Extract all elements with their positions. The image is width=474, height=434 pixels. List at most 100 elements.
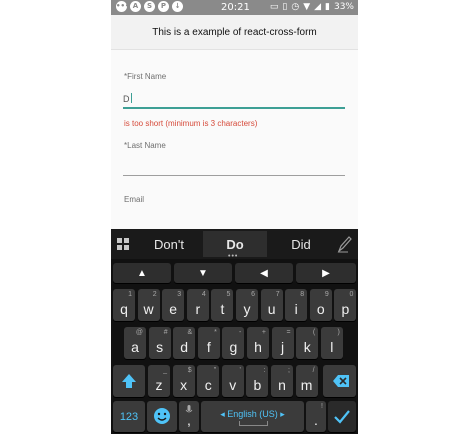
key-c[interactable]: " c [197, 365, 220, 397]
handwriting-pen-icon[interactable] [336, 235, 352, 253]
key-hint: $ [187, 367, 192, 374]
key-hint: 8 [300, 291, 305, 298]
key-p[interactable]: 0p [334, 289, 357, 321]
first-name-error: is too short (minimum is 3 characters) [124, 119, 258, 128]
key-v[interactable]: ' v [221, 365, 244, 397]
key-hint: = [286, 329, 291, 336]
key-hint: 0 [349, 291, 354, 298]
key-label: m [300, 377, 313, 393]
key-label: l [330, 339, 334, 355]
notification-dots-icon: ••• [116, 1, 130, 12]
key-hint: ( [312, 329, 316, 336]
emoji-smile-icon [154, 408, 170, 424]
arrow-right-key[interactable]: ▶ [296, 263, 356, 283]
key-b[interactable]: :b [246, 365, 269, 397]
key-d[interactable]: & d [173, 327, 196, 359]
space-bar-icon [239, 421, 268, 426]
suggestion-3[interactable]: Did [269, 231, 333, 257]
key-hint: ) [337, 329, 340, 336]
app-bar: This is a example of react-cross-form [111, 15, 358, 50]
key-label: f [206, 339, 211, 355]
key-t[interactable]: 5t [211, 289, 234, 321]
first-name-label: *First Name [124, 72, 167, 81]
key-hint: # [163, 329, 168, 336]
period-key[interactable]: ! . [306, 401, 326, 432]
key-g[interactable]: -g [222, 327, 245, 359]
key-hint: " [213, 367, 217, 374]
key-label: g [229, 339, 238, 355]
key-r[interactable]: 4r [186, 289, 209, 321]
status-bar: ••• A S P ↓ 20:21 ▭ ▯ ◷ ▼ ◢ ▮ 33% [111, 0, 358, 15]
arrow-down-key[interactable]: ▼ [174, 263, 232, 283]
key-s[interactable]: # s [148, 327, 171, 359]
soft-keyboard: Don't Do ••• Did ▲ ▼ ◀ ▶ 1q2w3e4r5t6y7u8… [111, 229, 358, 434]
key-o[interactable]: 9o [309, 289, 332, 321]
key-hint: + [261, 329, 266, 336]
status-time: 20:21 [221, 2, 250, 13]
signup-form: *First Name D is too short (minimum is 3… [111, 50, 358, 230]
key-label: e [169, 301, 178, 317]
comma-key[interactable]: , [179, 401, 199, 432]
key-label: z [155, 377, 163, 393]
key-k[interactable]: (k [296, 327, 319, 359]
key-l[interactable]: ) l [320, 327, 343, 359]
symbols-key[interactable]: 123 [113, 401, 145, 432]
key-hint: & [187, 329, 193, 336]
key-hint: 7 [275, 291, 280, 298]
battery-percent: 33% [333, 2, 354, 12]
key-a[interactable]: @ a [124, 327, 146, 359]
key-n[interactable]: ; n [271, 365, 293, 397]
suggestion-1[interactable]: Don't [137, 231, 201, 257]
last-name-underline [123, 175, 345, 176]
arrow-left-key[interactable]: ◀ [235, 263, 293, 283]
key-label: r [195, 301, 201, 317]
key-hint: : [263, 367, 266, 374]
key-hint: 5 [226, 291, 231, 298]
key-label: w [143, 301, 154, 317]
key-w[interactable]: 2w [137, 289, 160, 321]
key-label: o [316, 301, 325, 317]
enter-done-key[interactable] [328, 401, 356, 432]
page-title: This is a example of react-cross-form [152, 26, 317, 38]
last-name-input[interactable] [123, 158, 345, 172]
key-hint: 1 [128, 291, 132, 298]
more-suggestions-icon: ••• [228, 253, 239, 260]
key-m[interactable]: / m [295, 365, 318, 397]
key-y[interactable]: 6y [236, 289, 258, 321]
arrow-up-key[interactable]: ▲ [113, 263, 171, 283]
key-e[interactable]: 3e [162, 289, 185, 321]
alarm-icon: ◷ [291, 2, 300, 12]
shift-key[interactable] [113, 365, 145, 397]
key-hint: 3 [177, 291, 182, 298]
key-hint: 4 [201, 291, 206, 298]
key-hint: - [239, 329, 242, 336]
status-right-icons: ▭ ▯ ◷ ▼ ◢ ▮ 33% [270, 1, 354, 13]
pinterest-icon: P [158, 1, 169, 12]
key-h[interactable]: + h [247, 327, 269, 359]
phone-screen: ••• A S P ↓ 20:21 ▭ ▯ ◷ ▼ ◢ ▮ 33% This i… [111, 0, 358, 434]
vibrate-icon: ▯ [282, 2, 288, 12]
key-q[interactable]: 1q [113, 289, 135, 321]
key-i[interactable]: 8i [285, 289, 308, 321]
battery-icon: ▮ [325, 2, 330, 12]
shift-arrow-icon [122, 374, 136, 388]
key-z[interactable]: _ z [148, 365, 170, 397]
key-label: k [303, 339, 311, 355]
cast-icon: ▭ [269, 2, 279, 12]
key-hint: 9 [324, 291, 329, 298]
first-name-input[interactable]: D [123, 93, 132, 104]
key-label: s [156, 339, 164, 355]
last-name-label: *Last Name [124, 141, 166, 150]
comma-key-label: , [187, 412, 191, 428]
key-j[interactable]: = j [271, 327, 294, 359]
signal-icon: ◢ [314, 2, 322, 12]
key-u[interactable]: 7u [260, 289, 283, 321]
emoji-key[interactable] [147, 401, 177, 432]
key-label: p [341, 301, 350, 317]
space-key[interactable]: ◂ English (US) ▸ [201, 401, 304, 432]
key-x[interactable]: $ x [172, 365, 195, 397]
apps-grid-icon[interactable] [117, 238, 129, 250]
key-label: x [180, 377, 188, 393]
key-f[interactable]: * f [197, 327, 220, 359]
backspace-key[interactable] [323, 365, 356, 397]
